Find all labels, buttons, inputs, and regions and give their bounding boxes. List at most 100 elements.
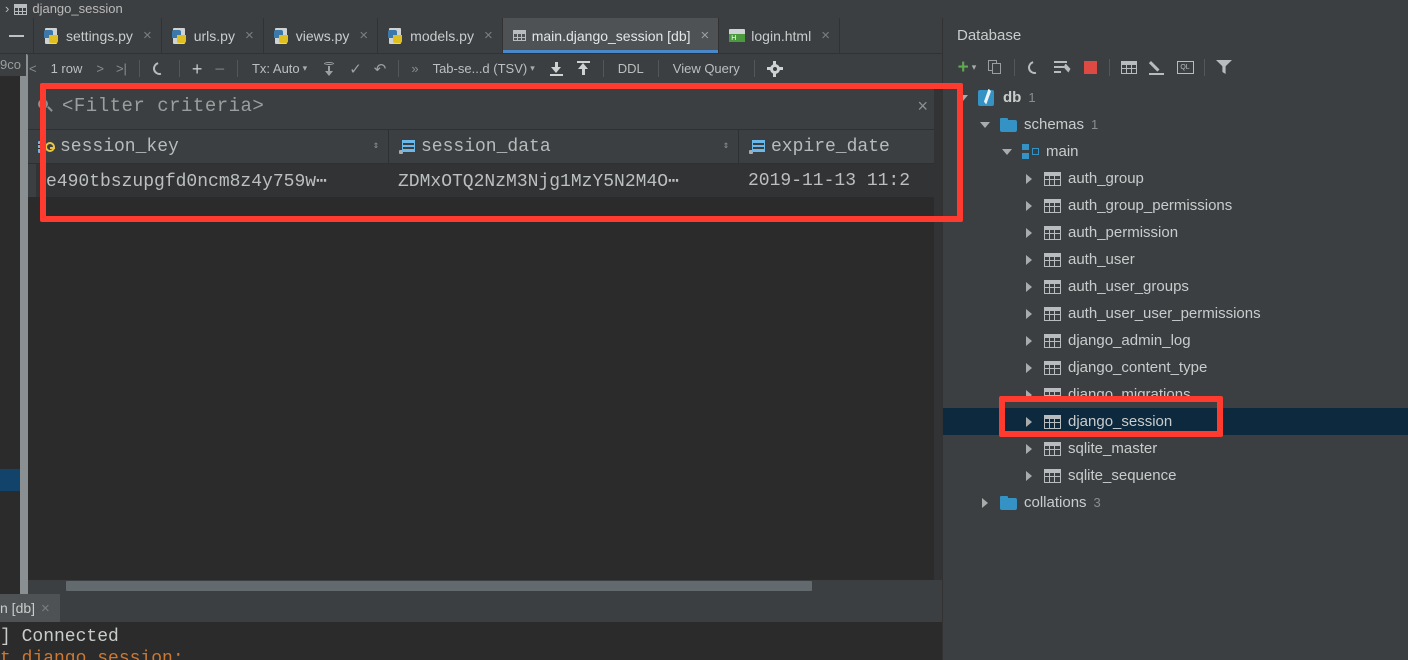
expand-arrow-right-icon[interactable]: [1021, 416, 1037, 427]
delete-row-icon[interactable]: −: [208, 54, 231, 83]
expand-arrow-right-icon[interactable]: [1021, 443, 1037, 454]
db-commit-icon[interactable]: [315, 54, 343, 83]
grid-vertical-scrollbar[interactable]: [934, 83, 942, 580]
tree-item-main[interactable]: main: [943, 138, 1408, 165]
tree-item-auth-permission[interactable]: auth_permission: [943, 219, 1408, 246]
tree-item-auth-user[interactable]: auth_user: [943, 246, 1408, 273]
expand-arrow-right-icon[interactable]: [1021, 389, 1037, 400]
sort-handle-icon[interactable]: ⇕: [723, 141, 729, 152]
cell-session-data[interactable]: ZDMxOTQ2NzM3Njg1MzY5N2M4O⋯: [388, 164, 738, 197]
transaction-mode-dropdown[interactable]: Tx: Auto ▾: [244, 54, 315, 83]
add-row-icon[interactable]: +: [186, 54, 209, 83]
expand-arrow-down-icon[interactable]: [977, 121, 993, 128]
cell-expire-date[interactable]: 2019-11-13 11:2: [738, 164, 942, 197]
filter-criteria-row[interactable]: <Filter criteria> ×: [28, 83, 942, 130]
filter-input[interactable]: <Filter criteria>: [58, 95, 903, 117]
tree-item-django-admin-log[interactable]: django_admin_log: [943, 327, 1408, 354]
tree-item-auth-group-permissions[interactable]: auth_group_permissions: [943, 192, 1408, 219]
tab-login-html[interactable]: H login.html ×: [719, 18, 840, 53]
data-source-properties-icon[interactable]: [1048, 54, 1076, 80]
tree-item-django-content-type[interactable]: django_content_type: [943, 354, 1408, 381]
tree-item-sqlite-sequence[interactable]: sqlite_sequence: [943, 462, 1408, 489]
breadcrumb-table: django_session: [32, 1, 123, 16]
column-header-label: session_key: [60, 136, 179, 157]
tree-item-django-migrations[interactable]: django_migrations: [943, 381, 1408, 408]
tree-item-db[interactable]: db 1: [943, 84, 1408, 111]
close-icon[interactable]: ×: [143, 27, 152, 44]
output-format-dropdown[interactable]: Tab-se...d (TSV) ▾: [425, 54, 543, 83]
add-data-source-icon[interactable]: + ▾: [953, 54, 981, 80]
tab-main-django-session[interactable]: main.django_session [db] ×: [502, 18, 720, 53]
table-editor-icon[interactable]: [1115, 54, 1143, 80]
close-icon[interactable]: ×: [245, 27, 254, 44]
grid-horizontal-scrollbar-thumb[interactable]: [66, 581, 812, 591]
divider: [236, 60, 238, 77]
ddl-button[interactable]: DDL: [610, 54, 652, 83]
table-icon: [1044, 387, 1061, 402]
tree-item-collations[interactable]: collations 3: [943, 489, 1408, 516]
tab-views-py[interactable]: views.py ×: [263, 18, 379, 53]
python-file-icon: [388, 27, 404, 44]
overflow-icon[interactable]: »: [405, 54, 424, 83]
primary-key-icon: [38, 140, 55, 154]
tree-item-label: schemas: [1024, 116, 1085, 133]
minimize-button[interactable]: [0, 18, 34, 53]
close-icon[interactable]: ×: [701, 27, 710, 44]
tree-item-auth-group[interactable]: auth_group: [943, 165, 1408, 192]
expand-arrow-down-icon[interactable]: [999, 148, 1015, 155]
cell-session-key[interactable]: e490tbszupgfd0ncm8z4y759w⋯: [36, 164, 388, 197]
tree-item-django-session[interactable]: django_session: [943, 408, 1408, 435]
submit-icon[interactable]: ✓: [343, 54, 368, 83]
column-header-session-key[interactable]: session_key ⇕: [28, 130, 388, 164]
query-console-icon[interactable]: QL: [1171, 54, 1199, 80]
next-page-icon[interactable]: >: [90, 54, 110, 83]
expand-arrow-right-icon[interactable]: [1021, 362, 1037, 373]
filter-icon[interactable]: [1210, 54, 1238, 80]
revert-icon[interactable]: ↶: [368, 54, 393, 83]
modify-icon[interactable]: [1143, 54, 1171, 80]
tab-urls-py[interactable]: urls.py ×: [161, 18, 264, 53]
upload-icon[interactable]: [570, 54, 597, 83]
editor-scrollbar-thumb[interactable]: [20, 54, 28, 614]
tree-item-count: 1: [1091, 117, 1099, 132]
expand-arrow-right-icon[interactable]: [1021, 308, 1037, 319]
expand-arrow-right-icon[interactable]: [1021, 335, 1037, 346]
table-icon: [1044, 414, 1061, 429]
expand-arrow-right-icon[interactable]: [1021, 227, 1037, 238]
row-count-label: 1 row: [50, 61, 83, 76]
expand-arrow-right-icon[interactable]: [1021, 200, 1037, 211]
duplicate-icon[interactable]: [981, 54, 1009, 80]
column-header-expire-date[interactable]: expire_date: [738, 129, 942, 164]
view-query-button[interactable]: View Query: [665, 54, 748, 83]
tree-item-label: auth_group: [1068, 170, 1144, 187]
close-icon[interactable]: ×: [359, 27, 368, 44]
refresh-icon[interactable]: [146, 54, 173, 83]
tab-models-py[interactable]: models.py ×: [378, 18, 503, 53]
tree-item-schemas[interactable]: schemas 1: [943, 111, 1408, 138]
tree-item-auth-user-user-permissions[interactable]: auth_user_user_permissions: [943, 300, 1408, 327]
tree-item-auth-user-groups[interactable]: auth_user_groups: [943, 273, 1408, 300]
download-icon[interactable]: [543, 54, 570, 83]
column-header-session-data[interactable]: session_data ⇕: [388, 129, 738, 164]
tab-settings-py[interactable]: settings.py ×: [34, 18, 162, 53]
sort-handle-icon[interactable]: ⇕: [373, 141, 379, 152]
close-icon[interactable]: ×: [484, 27, 493, 44]
gear-icon[interactable]: [761, 54, 789, 83]
table-row[interactable]: e490tbszupgfd0ncm8z4y759w⋯ ZDMxOTQ2NzM3N…: [28, 164, 942, 197]
stop-icon[interactable]: [1076, 54, 1104, 80]
close-icon[interactable]: ×: [41, 600, 50, 617]
expand-arrow-right-icon[interactable]: [1021, 173, 1037, 184]
expand-arrow-right-icon[interactable]: [1021, 470, 1037, 481]
table-icon: [1044, 252, 1061, 267]
console-tab[interactable]: n [db] ×: [0, 594, 60, 622]
synchronize-icon[interactable]: [1020, 54, 1048, 80]
expand-arrow-right-icon[interactable]: [1021, 281, 1037, 292]
expand-arrow-down-icon[interactable]: [955, 94, 971, 101]
divider: [602, 60, 604, 77]
column-header-label: session_data: [421, 136, 551, 157]
expand-arrow-right-icon[interactable]: [1021, 254, 1037, 265]
expand-arrow-right-icon[interactable]: [977, 497, 993, 508]
last-page-icon[interactable]: >|: [110, 54, 133, 83]
close-icon[interactable]: ×: [821, 27, 830, 44]
tree-item-sqlite-master[interactable]: sqlite_master: [943, 435, 1408, 462]
